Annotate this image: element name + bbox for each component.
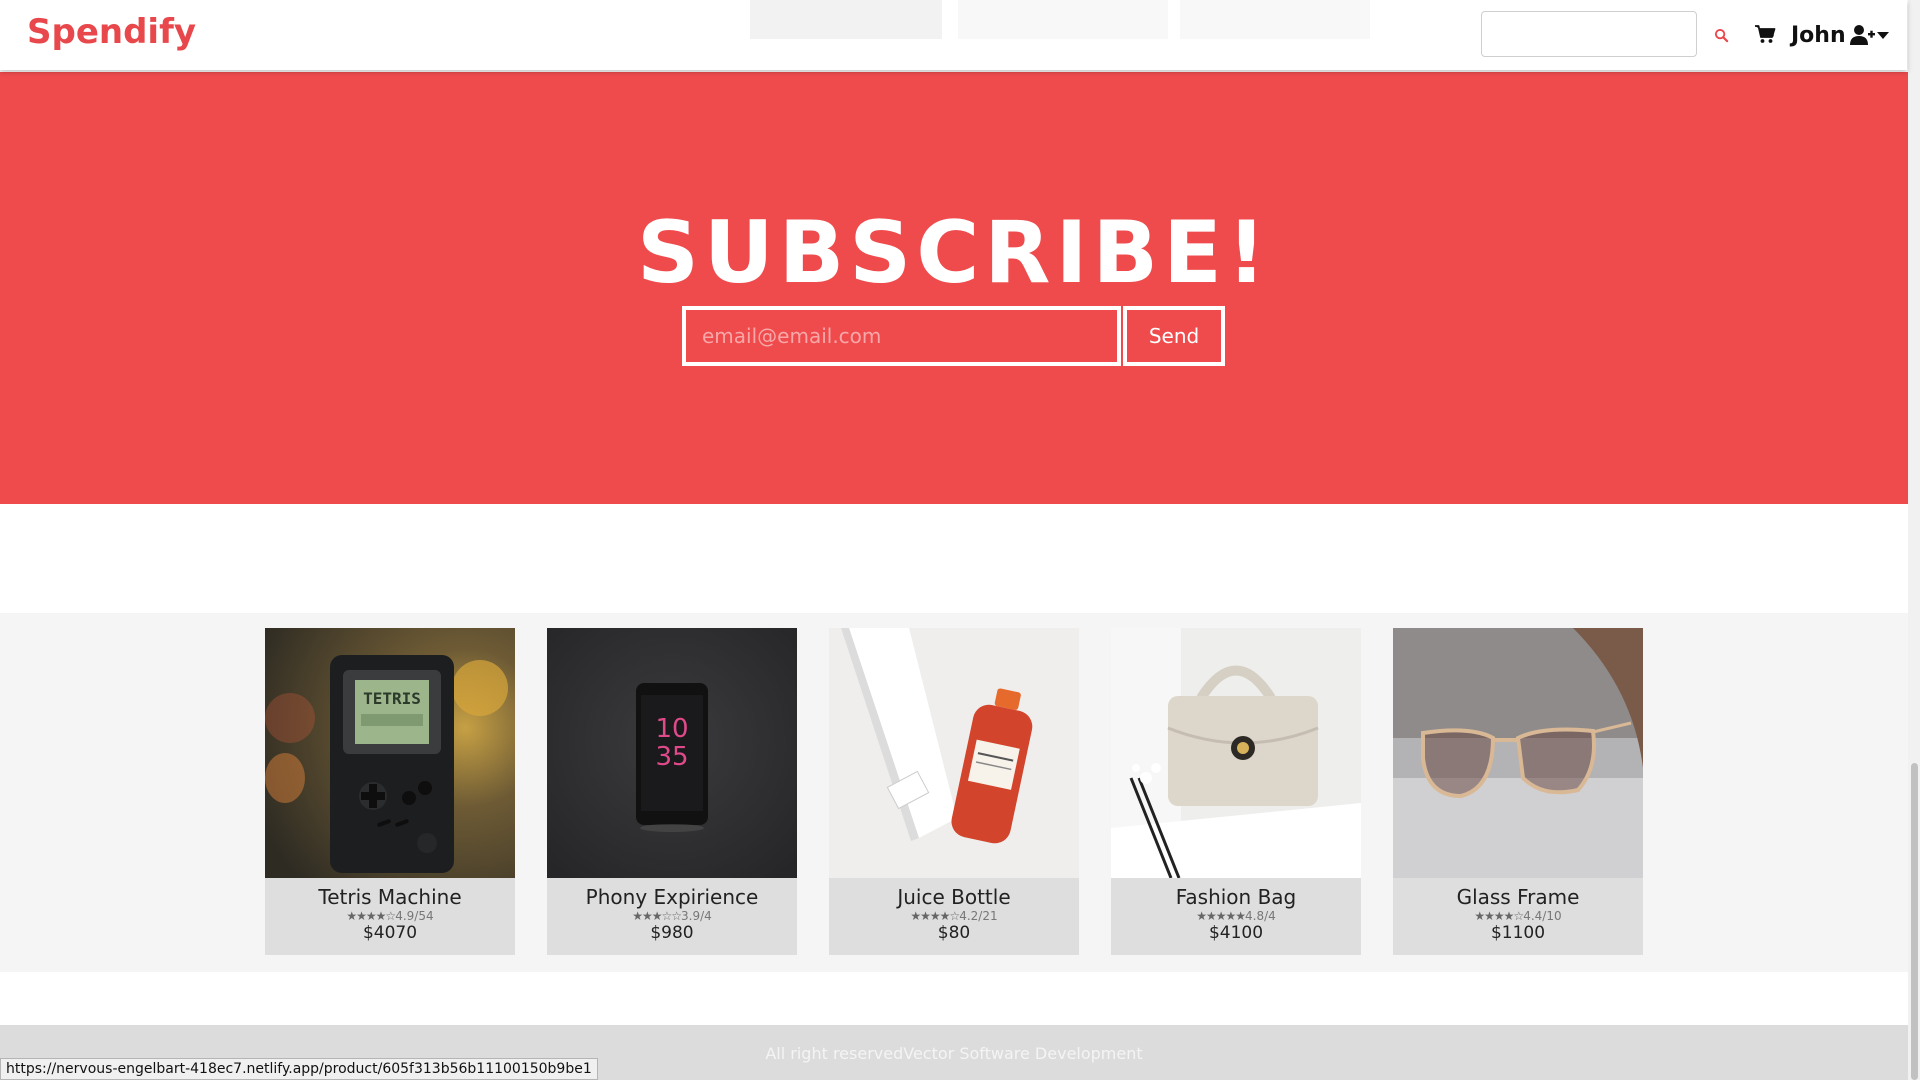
- user-menu[interactable]: John: [1791, 20, 1889, 50]
- product-card-juice-bottle[interactable]: Juice Bottle ★★★★☆4.2/21 $80: [829, 628, 1079, 955]
- rating-stars-icon: ★★★★☆: [910, 909, 960, 923]
- rating-value: 3.9/4: [681, 909, 712, 923]
- product-price: $4070: [362, 923, 418, 943]
- product-info: Glass Frame ★★★★☆4.4/10 $1100: [1393, 878, 1643, 955]
- product-info: Fashion Bag ★★★★★4.8/4 $4100: [1111, 878, 1361, 955]
- rating-stars-icon: ★★★★☆: [1474, 909, 1524, 923]
- rating-stars-icon: ★★★★☆: [346, 909, 396, 923]
- product-price: $4100: [1208, 923, 1264, 943]
- scrollbar-thumb[interactable]: [1911, 763, 1918, 1080]
- rating-stars-icon: ★★★★★: [1196, 909, 1246, 923]
- search-input[interactable]: [1481, 11, 1697, 57]
- svg-text:TETRIS: TETRIS: [363, 689, 421, 708]
- product-image-glass-frame[interactable]: [1393, 628, 1643, 878]
- product-name: Tetris Machine: [318, 885, 462, 909]
- product-info: Phony Expirience ★★★☆☆3.9/4 $980: [547, 878, 797, 955]
- svg-text:10: 10: [655, 714, 688, 744]
- product-rating: ★★★★☆4.2/21: [829, 909, 1079, 923]
- rating-value: 4.4/10: [1523, 909, 1562, 923]
- send-button[interactable]: Send: [1123, 306, 1225, 366]
- rating-value: 4.2/21: [959, 909, 998, 923]
- product-card-tetris-machine[interactable]: TETRIS Tetris Machine ★★★★☆4.9/54 $4070: [265, 628, 515, 955]
- product-card-glass-frame[interactable]: Glass Frame ★★★★☆4.4/10 $1100: [1393, 628, 1643, 955]
- product-name: Juice Bottle: [897, 885, 1011, 909]
- product-price: $1100: [1490, 923, 1546, 943]
- rating-value: 4.9/54: [395, 909, 434, 923]
- product-image-fashion-bag[interactable]: [1111, 628, 1361, 878]
- search-icon[interactable]: [1714, 28, 1729, 43]
- product-name: Phony Expirience: [585, 885, 759, 909]
- brand-logo[interactable]: Spendify: [27, 12, 196, 52]
- product-image-phony-expirience[interactable]: 10 35: [547, 628, 797, 878]
- product-rating: ★★★★☆4.4/10: [1393, 909, 1643, 923]
- subscribe-title: SUBSCRIBE!: [636, 203, 1272, 303]
- product-name: Fashion Bag: [1175, 885, 1297, 909]
- scrolled-content-ghost: [1180, 0, 1370, 39]
- product-name: Glass Frame: [1456, 885, 1580, 909]
- product-price: $980: [650, 923, 694, 943]
- scrolled-content-ghost: [750, 0, 942, 39]
- product-card-phony-expirience[interactable]: 10 35 Phony Expirience ★★★☆☆3.9/4 $980: [547, 628, 797, 955]
- product-list: TETRIS Tetris Machine ★★★★☆4.9/54 $4070: [0, 613, 1908, 972]
- product-info: Juice Bottle ★★★★☆4.2/21 $80: [829, 878, 1079, 955]
- subscribe-form: Send: [682, 306, 1225, 366]
- caret-down-icon: [1876, 32, 1889, 39]
- email-input[interactable]: [682, 306, 1121, 366]
- svg-text:35: 35: [655, 742, 688, 772]
- scrolled-content-ghost: [958, 0, 1168, 39]
- product-image-tetris-machine[interactable]: TETRIS: [265, 628, 515, 878]
- user-name: John: [1791, 22, 1846, 48]
- product-rating: ★★★★☆4.9/54: [265, 909, 515, 923]
- cart-icon[interactable]: [1754, 24, 1776, 44]
- navbar: Spendify John: [0, 0, 1907, 70]
- user-icon: [1849, 25, 1875, 45]
- rating-stars-icon: ★★★☆☆: [632, 909, 682, 923]
- product-rating: ★★★☆☆3.9/4: [547, 909, 797, 923]
- product-price: $80: [937, 923, 971, 943]
- subscribe-section: SUBSCRIBE! Send: [0, 72, 1908, 504]
- product-rating: ★★★★★4.8/4: [1111, 909, 1361, 923]
- product-image-juice-bottle[interactable]: [829, 628, 1079, 878]
- product-card-fashion-bag[interactable]: Fashion Bag ★★★★★4.8/4 $4100: [1111, 628, 1361, 955]
- product-info: Tetris Machine ★★★★☆4.9/54 $4070: [265, 878, 515, 955]
- status-bar-url: https://nervous-engelbart-418ec7.netlify…: [0, 1058, 598, 1080]
- rating-value: 4.8/4: [1245, 909, 1276, 923]
